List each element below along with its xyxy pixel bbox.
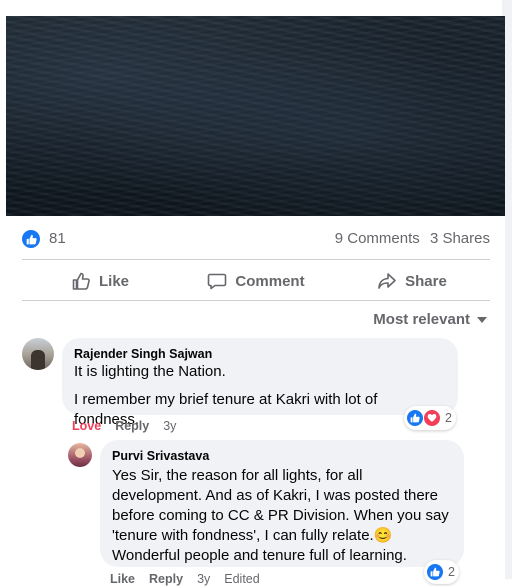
- reaction-count: 2: [448, 565, 455, 579]
- comment-sort-dropdown[interactable]: Most relevant: [373, 311, 488, 328]
- comment-timestamp[interactable]: 3y: [163, 419, 176, 433]
- like-reaction-icon[interactable]: [22, 230, 40, 248]
- avatar[interactable]: [22, 338, 54, 370]
- comment-text: It is lighting the Nation.: [74, 363, 226, 380]
- comment-author[interactable]: Purvi Srivastava: [112, 448, 452, 464]
- comment-reactions[interactable]: 2: [404, 406, 456, 430]
- divider: [22, 259, 490, 260]
- like-reaction-icon: [426, 563, 444, 581]
- like-comment-button[interactable]: Like: [110, 572, 135, 586]
- like-button[interactable]: Like: [22, 262, 178, 300]
- comment-author[interactable]: Rajender Singh Sajwan: [74, 346, 446, 362]
- top-strip: [0, 0, 512, 16]
- like-reaction-icon: [406, 409, 424, 427]
- reaction-count[interactable]: 81: [49, 230, 66, 247]
- shares-count-link[interactable]: 3 Shares: [430, 230, 490, 247]
- page-edge: [505, 16, 512, 579]
- reply-button[interactable]: Reply: [149, 572, 183, 586]
- comment-button-label: Comment: [235, 272, 305, 290]
- comment-bubble: Purvi Srivastava Yes Sir, the reason for…: [100, 440, 464, 567]
- speech-bubble-icon: [208, 273, 227, 290]
- share-button[interactable]: Share: [334, 262, 490, 300]
- comment-text: Yes Sir, the reason for all lights, for …: [112, 467, 449, 564]
- heart-reaction-icon: [423, 409, 441, 427]
- react-button[interactable]: Love: [72, 419, 101, 433]
- comment-meta: Love Reply 3y: [72, 419, 176, 433]
- divider: [22, 300, 490, 301]
- like-button-label: Like: [98, 272, 129, 290]
- reply-button[interactable]: Reply: [115, 419, 149, 433]
- post-stats: 81 9 Comments 3 Shares: [22, 228, 490, 250]
- comment-button[interactable]: Comment: [178, 262, 334, 300]
- edited-label: Edited: [224, 572, 260, 586]
- thumbs-up-icon: [72, 272, 90, 290]
- comment-meta: Like Reply 3y Edited: [110, 572, 260, 586]
- caret-down-icon: [477, 316, 487, 323]
- comment-reactions[interactable]: 2: [424, 560, 459, 584]
- share-button-label: Share: [405, 272, 447, 290]
- post-photo[interactable]: [6, 16, 505, 216]
- comment-bubble: Rajender Singh Sajwan It is lighting the…: [62, 338, 458, 428]
- reaction-count: 2: [445, 411, 452, 425]
- page-edge: [502, 0, 512, 16]
- post-actions-bar: Like Comment Share: [22, 262, 490, 300]
- comments-count-link[interactable]: 9 Comments: [335, 230, 420, 247]
- post-engagement: 9 Comments 3 Shares: [329, 230, 490, 247]
- share-arrow-icon: [378, 273, 396, 289]
- sort-label: Most relevant: [373, 311, 470, 328]
- avatar[interactable]: [68, 443, 92, 467]
- comment-timestamp[interactable]: 3y: [197, 572, 210, 586]
